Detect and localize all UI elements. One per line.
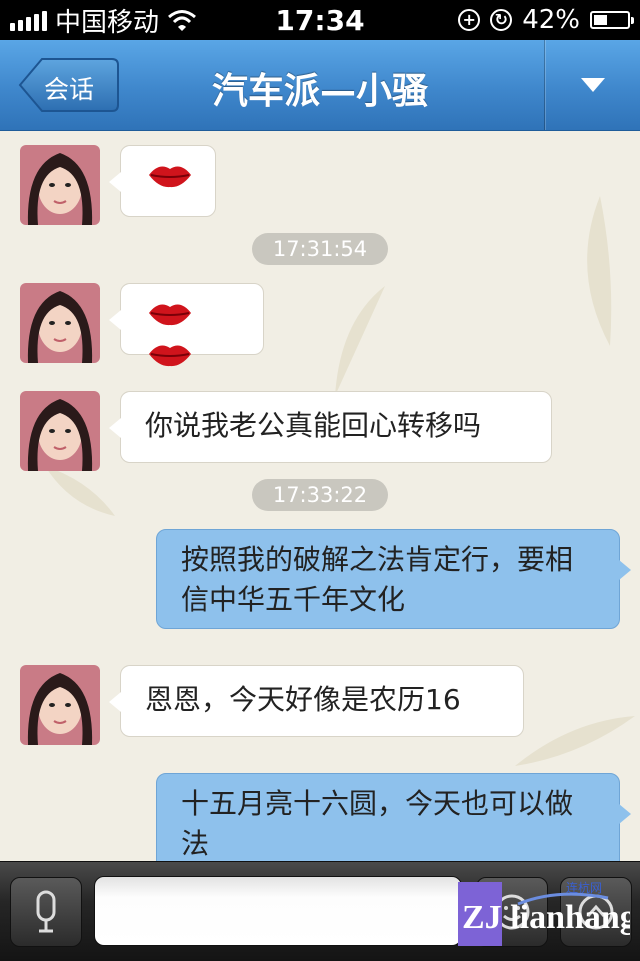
lips-icon: [149, 166, 191, 188]
timestamp: 17:33:22: [252, 479, 388, 511]
incoming-message[interactable]: [109, 283, 264, 367]
microphone-icon: [36, 890, 56, 933]
message-input[interactable]: [94, 876, 462, 946]
watermark-logo: ZJ lianhang 连杭网: [458, 880, 630, 946]
contact-avatar[interactable]: [20, 665, 100, 745]
location-icon: +: [458, 9, 481, 31]
chat-area[interactable]: 17:31:54 你说我老公真能回心转移吗 17:33:22 按照我的破解之法肯…: [0, 131, 640, 861]
contact-avatar[interactable]: [20, 283, 100, 363]
triangle-down-icon: [580, 78, 605, 92]
navigation-bar: 会话 汽车派—小骚: [0, 40, 640, 131]
outgoing-message[interactable]: 按照我的破解之法肯定行，要相信中华五千年文化: [156, 529, 631, 629]
incoming-message[interactable]: 你说我老公真能回心转移吗: [109, 391, 552, 463]
leaf-decoration: [515, 716, 635, 766]
incoming-message[interactable]: 恩恩，今天好像是农历16: [109, 665, 524, 737]
leaf-decoration: [335, 286, 385, 396]
battery-icon: [590, 11, 634, 29]
contact-avatar[interactable]: [20, 145, 100, 225]
battery-percent: 42%: [522, 5, 580, 35]
voice-button[interactable]: [10, 877, 82, 947]
lips-icon: [149, 304, 191, 326]
status-bar: 中国移动 17:34 + ↻ 42%: [0, 0, 640, 40]
rotation-lock-icon: ↻: [490, 9, 513, 31]
leaf-decoration: [587, 196, 612, 346]
outgoing-message[interactable]: 十五月亮十六圆，今天也可以做法: [156, 773, 631, 861]
timestamp: 17:31:54: [252, 233, 388, 265]
menu-button[interactable]: [545, 40, 640, 130]
incoming-message[interactable]: [109, 145, 216, 217]
watermark-text: ZJ lianhang: [462, 899, 630, 936]
contact-avatar[interactable]: [20, 391, 100, 471]
lips-icon: [149, 345, 191, 367]
